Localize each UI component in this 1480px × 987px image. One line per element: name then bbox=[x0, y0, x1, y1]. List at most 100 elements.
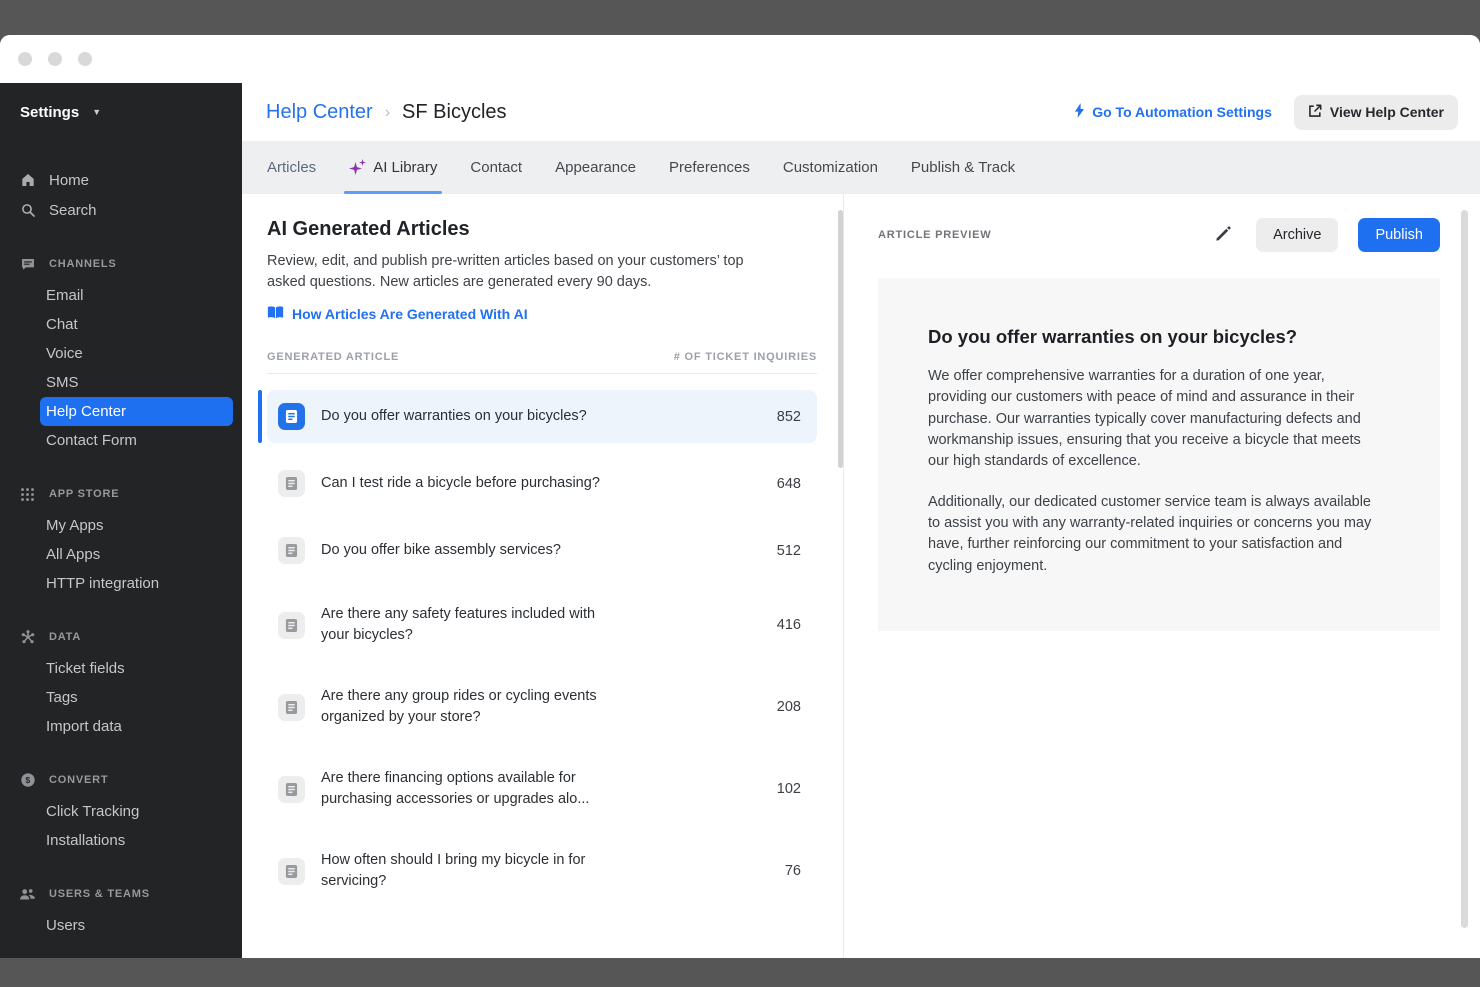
window-control-dot[interactable] bbox=[18, 52, 32, 66]
sidebar-item-import-data[interactable]: Import data bbox=[40, 712, 233, 741]
sidebar-item-chat[interactable]: Chat bbox=[40, 310, 233, 339]
sidebar-item-voice[interactable]: Voice bbox=[40, 339, 233, 368]
chevron-down-icon: ▼ bbox=[92, 107, 101, 117]
sidebar-section-convert: $ CONVERT bbox=[0, 765, 242, 795]
article-row[interactable]: Can I test ride a bicycle before purchas… bbox=[267, 457, 817, 510]
sidebar-item-click-tracking[interactable]: Click Tracking bbox=[40, 797, 233, 826]
breadcrumb-help-center[interactable]: Help Center bbox=[266, 101, 373, 124]
article-paragraph: Additionally, our dedicated customer ser… bbox=[928, 492, 1380, 577]
external-link-icon bbox=[1308, 104, 1322, 121]
pencil-icon bbox=[1214, 225, 1232, 246]
sidebar-item-http-integration[interactable]: HTTP integration bbox=[40, 569, 233, 598]
window-titlebar bbox=[0, 35, 1480, 83]
sidebar-item-users[interactable]: Users bbox=[40, 911, 233, 940]
chat-bubble-icon bbox=[19, 256, 36, 272]
data-nodes-icon bbox=[19, 629, 36, 645]
page-header: Help Center › SF Bicycles Go To Automati… bbox=[242, 83, 1480, 141]
sidebar-item-sms[interactable]: SMS bbox=[40, 368, 233, 397]
table-header: GENERATED ARTICLE # OF TICKET INQUIRIES bbox=[267, 351, 817, 374]
sidebar-item-home[interactable]: Home bbox=[0, 165, 242, 195]
document-icon bbox=[278, 470, 305, 497]
page-scrollbar[interactable] bbox=[1461, 210, 1468, 928]
tab-customization[interactable]: Customization bbox=[783, 141, 878, 194]
inquiry-count: 648 bbox=[777, 476, 801, 492]
document-icon bbox=[278, 694, 305, 721]
sidebar-section-users-teams: USERS & TEAMS bbox=[0, 879, 242, 909]
sidebar-item-help-center[interactable]: Help Center bbox=[40, 397, 233, 426]
tab-publish-track[interactable]: Publish & Track bbox=[911, 141, 1015, 194]
archive-button[interactable]: Archive bbox=[1256, 218, 1338, 252]
inquiry-count: 852 bbox=[777, 409, 801, 425]
edit-button[interactable] bbox=[1210, 221, 1236, 250]
article-row[interactable]: How often should I bring my bicycle in f… bbox=[267, 837, 817, 905]
sidebar-item-ticket-fields[interactable]: Ticket fields bbox=[40, 654, 233, 683]
sidebar-section-label: DATA bbox=[49, 631, 81, 643]
grid-icon bbox=[19, 487, 36, 502]
inquiry-count: 102 bbox=[777, 781, 801, 797]
window-control-dot[interactable] bbox=[78, 52, 92, 66]
sidebar-section-channels: CHANNELS bbox=[0, 249, 242, 279]
tab-articles[interactable]: Articles bbox=[267, 141, 316, 194]
settings-sidebar: Settings ▼ Home Search bbox=[0, 83, 242, 958]
sidebar-item-email[interactable]: Email bbox=[40, 281, 233, 310]
ai-articles-panel: AI Generated Articles Review, edit, and … bbox=[242, 194, 843, 958]
sidebar-item-all-apps[interactable]: All Apps bbox=[40, 540, 233, 569]
tab-ai-library[interactable]: AI Library bbox=[349, 141, 437, 194]
page-title: AI Generated Articles bbox=[267, 218, 817, 241]
window-control-dot[interactable] bbox=[48, 52, 62, 66]
users-icon bbox=[19, 887, 36, 902]
sidebar-item-label: Search bbox=[49, 202, 97, 219]
tab-preferences[interactable]: Preferences bbox=[669, 141, 750, 194]
lightning-bolt-icon bbox=[1074, 103, 1085, 121]
book-icon bbox=[267, 305, 284, 323]
go-to-automation-settings-link[interactable]: Go To Automation Settings bbox=[1074, 103, 1272, 121]
sidebar-section-label: APP STORE bbox=[49, 488, 119, 500]
preview-label: ARTICLE PREVIEW bbox=[878, 229, 991, 241]
sidebar-section-label: CONVERT bbox=[49, 774, 108, 786]
tab-contact[interactable]: Contact bbox=[470, 141, 522, 194]
settings-label: Settings bbox=[20, 104, 79, 121]
article-title: Do you offer warranties on your bicycles… bbox=[928, 326, 1380, 348]
sidebar-item-installations[interactable]: Installations bbox=[40, 826, 233, 855]
help-center-tabbar: Articles AI Library Contact Appearance P… bbox=[242, 141, 1480, 194]
column-generated-article: GENERATED ARTICLE bbox=[267, 351, 399, 363]
article-row[interactable]: Do you offer bike assembly services? 512 bbox=[267, 524, 817, 577]
document-icon bbox=[278, 537, 305, 564]
inquiry-count: 512 bbox=[777, 543, 801, 559]
sidebar-item-tags[interactable]: Tags bbox=[40, 683, 233, 712]
article-row[interactable]: Are there any group rides or cycling eve… bbox=[267, 673, 817, 741]
dollar-circle-icon: $ bbox=[19, 772, 36, 788]
publish-button[interactable]: Publish bbox=[1358, 218, 1440, 252]
document-icon bbox=[278, 858, 305, 885]
article-preview-card: Do you offer warranties on your bicycles… bbox=[878, 278, 1440, 631]
page-description: Review, edit, and publish pre-written ar… bbox=[267, 251, 782, 293]
article-row[interactable]: Do you offer warranties on your bicycles… bbox=[267, 390, 817, 443]
article-row[interactable]: Are there financing options available fo… bbox=[267, 755, 817, 823]
inquiry-count: 76 bbox=[785, 863, 801, 879]
sidebar-item-contact-form[interactable]: Contact Form bbox=[40, 426, 233, 455]
inquiry-count: 208 bbox=[777, 699, 801, 715]
article-row[interactable]: Are there any safety features included w… bbox=[267, 591, 817, 659]
article-preview-panel: ARTICLE PREVIEW Archive Publish bbox=[843, 194, 1480, 958]
breadcrumb-chevron-icon: › bbox=[385, 104, 390, 122]
settings-menu[interactable]: Settings ▼ bbox=[0, 83, 242, 141]
breadcrumb-current-page: SF Bicycles bbox=[402, 101, 506, 124]
tab-appearance[interactable]: Appearance bbox=[555, 141, 636, 194]
svg-text:$: $ bbox=[25, 775, 30, 785]
article-paragraph: We offer comprehensive warranties for a … bbox=[928, 366, 1380, 473]
document-icon bbox=[278, 403, 305, 430]
how-articles-generated-link[interactable]: How Articles Are Generated With AI bbox=[267, 305, 817, 323]
document-icon bbox=[278, 776, 305, 803]
sidebar-section-data: DATA bbox=[0, 622, 242, 652]
column-ticket-inquiries: # OF TICKET INQUIRIES bbox=[674, 351, 817, 363]
inquiry-count: 416 bbox=[777, 617, 801, 633]
document-icon bbox=[278, 612, 305, 639]
sidebar-section-label: CHANNELS bbox=[49, 258, 117, 270]
article-list-scrollbar[interactable] bbox=[838, 210, 843, 468]
sidebar-section-app-store: APP STORE bbox=[0, 479, 242, 509]
breadcrumb: Help Center › SF Bicycles bbox=[266, 101, 507, 124]
view-help-center-button[interactable]: View Help Center bbox=[1294, 95, 1458, 130]
sidebar-item-search[interactable]: Search bbox=[0, 195, 242, 225]
sidebar-item-my-apps[interactable]: My Apps bbox=[40, 511, 233, 540]
search-icon bbox=[19, 202, 36, 218]
